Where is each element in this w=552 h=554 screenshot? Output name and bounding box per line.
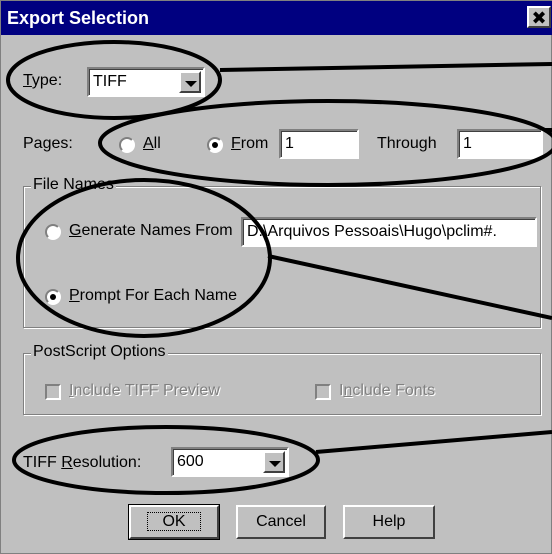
file-names-group (23, 186, 541, 328)
through-page-input[interactable]: 1 (457, 129, 543, 159)
type-select-value: TIFF (93, 73, 127, 90)
prompt-each-name-label[interactable]: Prompt For Each Name (69, 287, 237, 305)
include-fonts-checkbox[interactable] (315, 384, 331, 400)
pages-label: Pages: (23, 135, 73, 152)
from-page-input[interactable]: 1 (279, 129, 359, 159)
dialog-title: Export Selection (7, 8, 150, 28)
file-names-group-title: File Names (31, 176, 116, 194)
chevron-down-icon[interactable] (179, 71, 201, 93)
title-bar[interactable]: Export Selection ✖ (1, 1, 552, 35)
type-select[interactable]: TIFF (87, 67, 205, 97)
type-label: Type: (23, 72, 63, 89)
tiff-resolution-label: TIFF Resolution: (23, 454, 142, 471)
pages-all-radio[interactable] (119, 137, 135, 153)
generate-names-radio[interactable] (45, 224, 61, 240)
pages-from-radio[interactable] (207, 137, 223, 153)
include-tiff-preview-checkbox[interactable] (45, 384, 61, 400)
pages-all-label[interactable]: All (143, 135, 161, 153)
tiff-resolution-select[interactable]: 600 (171, 447, 289, 477)
postscript-options-group-title: PostScript Options (31, 343, 168, 361)
name-template-input[interactable]: D:\Arquivos Pessoais\Hugo\pclim#. (241, 217, 537, 247)
include-tiff-preview-label: Include TIFF Preview (69, 382, 220, 399)
close-icon: ✖ (531, 8, 547, 28)
generate-names-label[interactable]: Generate Names From (69, 222, 233, 240)
help-button[interactable]: Help (343, 505, 435, 539)
export-selection-dialog: Export Selection ✖ Type: TIFF Pages: All… (0, 0, 552, 554)
close-button[interactable]: ✖ (527, 6, 551, 28)
ok-button[interactable]: OK (128, 504, 220, 540)
include-fonts-label: Include Fonts (339, 382, 436, 399)
chevron-down-icon[interactable] (263, 451, 285, 473)
cancel-button[interactable]: Cancel (236, 505, 326, 539)
prompt-each-name-radio[interactable] (45, 289, 61, 305)
tiff-resolution-value: 600 (177, 453, 204, 470)
pages-from-label[interactable]: From (231, 135, 268, 153)
through-label: Through (377, 135, 437, 152)
